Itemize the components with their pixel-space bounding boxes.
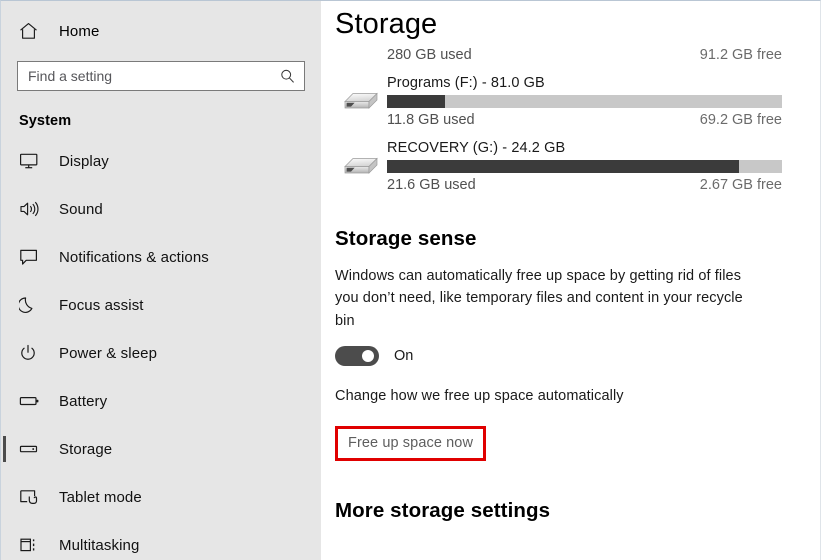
drive-details: Programs (F:) - 81.0 GB 11.8 GB used 69.… — [387, 75, 782, 128]
speech-bubble-icon — [19, 248, 45, 266]
sidebar-item-label: Home — [59, 23, 99, 40]
drive-usage-fill — [387, 95, 445, 108]
drive-row[interactable]: Programs (F:) - 81.0 GB 11.8 GB used 69.… — [335, 75, 782, 128]
sidebar-group-title: System — [1, 91, 321, 135]
storage-sense-title: Storage sense — [335, 227, 782, 251]
sidebar-item-label: Power & sleep — [59, 345, 157, 362]
free-up-space-now-link[interactable]: Free up space now — [348, 435, 473, 451]
drive-row[interactable]: RECOVERY (G:) - 24.2 GB 21.6 GB used 2.6… — [335, 140, 782, 193]
sidebar-item-home[interactable]: Home — [1, 9, 321, 53]
sidebar-item-label: Tablet mode — [59, 489, 142, 506]
external-drive-icon — [335, 86, 387, 116]
sidebar-item-multitasking[interactable]: Multitasking — [1, 521, 321, 560]
page-title: Storage — [335, 1, 782, 41]
change-free-space-link[interactable]: Change how we free up space automaticall… — [335, 388, 782, 404]
drive-used-label: 21.6 GB used — [387, 177, 476, 193]
drive-name: RECOVERY (G:) - 24.2 GB — [387, 140, 782, 156]
sidebar-item-label: Battery — [59, 393, 107, 410]
tablet-hand-icon — [19, 488, 45, 506]
settings-window: Home System — [0, 0, 821, 560]
drive-details: RECOVERY (G:) - 24.2 GB 21.6 GB used 2.6… — [387, 140, 782, 193]
sidebar-item-storage[interactable]: Storage — [1, 425, 321, 473]
battery-icon — [19, 392, 45, 410]
toggle-knob — [362, 350, 374, 362]
main-content: Storage 280 GB used 91.2 GB free — [321, 1, 820, 560]
toggle-state-label: On — [394, 348, 413, 364]
drive-usage-legend: 21.6 GB used 2.67 GB free — [387, 177, 782, 193]
sidebar-item-sound[interactable]: Sound — [1, 185, 321, 233]
selection-indicator — [3, 436, 6, 462]
sidebar-item-power-sleep[interactable]: Power & sleep — [1, 329, 321, 377]
moon-icon — [19, 296, 45, 314]
search-box[interactable] — [17, 61, 305, 91]
sidebar-item-battery[interactable]: Battery — [1, 377, 321, 425]
free-up-space-highlight: Free up space now — [335, 426, 486, 461]
sidebar-item-label: Notifications & actions — [59, 249, 209, 266]
drive-name: Programs (F:) - 81.0 GB — [387, 75, 782, 91]
drive-usage-legend: 11.8 GB used 69.2 GB free — [387, 112, 782, 128]
search-input[interactable] — [18, 62, 304, 90]
speaker-icon — [19, 200, 45, 218]
search-container — [1, 53, 321, 91]
monitor-icon — [19, 152, 45, 170]
more-storage-settings-title: More storage settings — [335, 499, 782, 523]
drive-usage-fill — [387, 160, 739, 173]
sidebar-item-display[interactable]: Display — [1, 137, 321, 185]
total-free-label: 91.2 GB free — [700, 47, 782, 63]
sidebar-item-label: Storage — [59, 441, 112, 458]
storage-sense-description: Windows can automatically free up space … — [335, 265, 765, 332]
external-drive-icon — [335, 151, 387, 181]
sidebar-nav-list: Display Sound — [1, 137, 321, 560]
multitask-icon — [19, 536, 45, 554]
annotation-rectangle: Free up space now — [335, 426, 486, 461]
sidebar-item-label: Focus assist — [59, 297, 144, 314]
drive-icon — [19, 440, 45, 458]
storage-sense-toggle[interactable] — [335, 346, 379, 366]
sidebar-item-focus-assist[interactable]: Focus assist — [1, 281, 321, 329]
storage-sense-toggle-row: On — [335, 346, 782, 366]
power-icon — [19, 344, 45, 362]
drive-free-label: 69.2 GB free — [700, 112, 782, 128]
drive-usage-bar — [387, 95, 782, 108]
sidebar-item-label: Display — [59, 153, 109, 170]
drive-used-label: 11.8 GB used — [387, 112, 475, 128]
sidebar-item-tablet-mode[interactable]: Tablet mode — [1, 473, 321, 521]
sidebar-item-label: Multitasking — [59, 537, 139, 554]
home-icon — [19, 22, 45, 40]
storage-totals: 280 GB used 91.2 GB free — [335, 41, 782, 63]
search-icon[interactable] — [280, 69, 295, 84]
sidebar: Home System — [1, 1, 321, 560]
sidebar-item-label: Sound — [59, 201, 103, 218]
drive-usage-bar — [387, 160, 782, 173]
drive-free-label: 2.67 GB free — [700, 177, 782, 193]
sidebar-item-notifications[interactable]: Notifications & actions — [1, 233, 321, 281]
total-used-label: 280 GB used — [387, 47, 472, 63]
